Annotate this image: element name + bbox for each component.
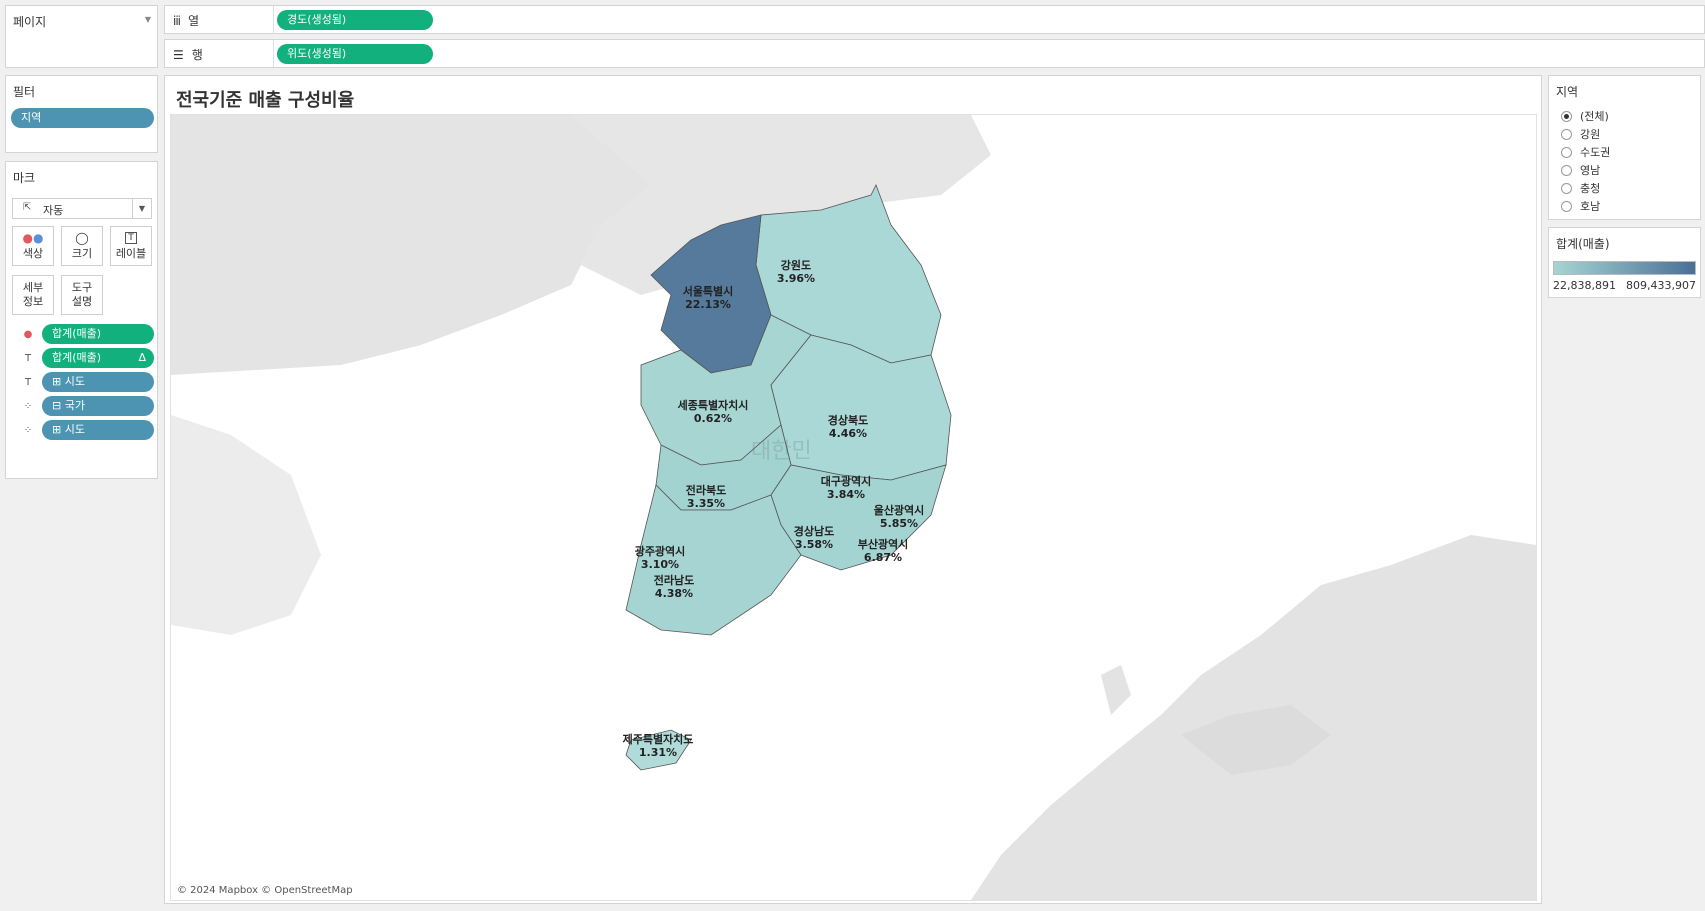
color-icon: ●● bbox=[22, 231, 44, 245]
region-label-gyeongnam: 경상남도 3.58% bbox=[793, 525, 835, 551]
longitude-pill[interactable]: 경도(생성됨) bbox=[277, 10, 433, 30]
map-watermark: 대한민 bbox=[751, 439, 812, 464]
region-label-gangwon: 강원도 3.96% bbox=[776, 259, 816, 285]
detail-icon: ⁘ bbox=[23, 424, 33, 436]
country-detail-pill[interactable]: ⊟ 국가 bbox=[42, 396, 154, 416]
latitude-pill[interactable]: 위도(생성됨) bbox=[277, 44, 433, 64]
radio-button[interactable] bbox=[1561, 200, 1572, 212]
sum-sales-label-text: 합계(매출) bbox=[52, 351, 102, 364]
size-button[interactable]: ◯ 크기 bbox=[61, 226, 103, 266]
mark-type-dropdown[interactable]: ⇱ 자동 ▼ bbox=[12, 198, 152, 219]
sum-sales-color-pill[interactable]: 합계(매출) bbox=[42, 324, 154, 344]
radio-option-gangwon[interactable]: 강원 bbox=[1561, 126, 1600, 142]
radio-button[interactable] bbox=[1561, 110, 1572, 122]
region-label-gwangju: 광주광역시 3.10% bbox=[634, 545, 686, 571]
color-legend-card: 합계(매출) 22,838,891 809,433,907 bbox=[1548, 227, 1701, 298]
sum-sales-label-pill[interactable]: 합계(매출) Δ bbox=[42, 348, 154, 368]
radio-button[interactable] bbox=[1561, 128, 1572, 140]
rows-icon: ☰ bbox=[173, 47, 184, 62]
label-button[interactable]: T 레이블 bbox=[110, 226, 152, 266]
detail-icon: ⁘ bbox=[23, 400, 33, 412]
pages-title: 페이지 bbox=[13, 15, 47, 29]
text-icon: T bbox=[111, 231, 151, 245]
detail-button[interactable]: 세부 정보 bbox=[12, 275, 54, 315]
columns-shelf[interactable]: iii 열 경도(생성됨) bbox=[164, 5, 1705, 34]
color-icon: ● bbox=[23, 328, 33, 340]
marks-title: 마크 bbox=[13, 171, 36, 185]
pages-card[interactable]: 페이지 ▼ bbox=[5, 5, 158, 68]
rows-shelf-label: 행 bbox=[191, 48, 203, 62]
radio-button[interactable] bbox=[1561, 146, 1572, 158]
mark-field-row[interactable]: ⁘ ⊟ 국가 bbox=[20, 396, 154, 416]
sido-detail-pill[interactable]: ⊞ 시도 bbox=[42, 420, 154, 440]
mark-field-row[interactable]: ● 합계(매출) bbox=[20, 324, 154, 344]
region-label-jeonbuk: 전라북도 3.35% bbox=[685, 484, 727, 510]
delta-icon: Δ bbox=[138, 351, 146, 364]
region-label-daegu: 대구광역시 3.84% bbox=[820, 475, 872, 501]
region-label-busan: 부산광역시 6.87% bbox=[857, 538, 909, 564]
color-legend-max: 809,433,907 bbox=[1626, 279, 1696, 292]
region-label-gyeongbuk: 경상북도 4.46% bbox=[827, 414, 869, 440]
tooltip-button-label: 도구 설명 bbox=[71, 281, 93, 308]
island-land bbox=[1101, 665, 1131, 715]
chevron-down-icon[interactable]: ▼ bbox=[145, 15, 151, 24]
radio-option-all[interactable]: (전체) bbox=[1561, 108, 1609, 124]
radio-option-sudogwon[interactable]: 수도권 bbox=[1561, 144, 1610, 160]
label-button-label: 레이블 bbox=[115, 247, 147, 260]
mark-type-label: 자동 bbox=[43, 204, 64, 217]
columns-shelf-label: 열 bbox=[188, 14, 200, 28]
color-legend-ramp bbox=[1553, 261, 1696, 275]
tooltip-button[interactable]: 도구 설명 bbox=[61, 275, 103, 315]
color-legend-title: 합계(매출) bbox=[1556, 237, 1610, 251]
color-button-label: 색상 bbox=[22, 247, 44, 260]
size-button-label: 크기 bbox=[71, 247, 93, 260]
rows-shelf[interactable]: ☰ 행 위도(생성됨) bbox=[164, 39, 1705, 68]
detail-button-label: 세부 정보 bbox=[22, 281, 44, 308]
mark-field-row[interactable]: T 합계(매출) Δ bbox=[20, 348, 154, 368]
color-button[interactable]: ●● 색상 bbox=[12, 226, 54, 266]
text-icon: T bbox=[24, 352, 32, 364]
mark-field-row[interactable]: ⁘ ⊞ 시도 bbox=[20, 420, 154, 440]
marks-card: 마크 ⇱ 자동 ▼ ●● 색상 ◯ 크기 T 레이블 세부 정보 도구 설명 ●… bbox=[5, 161, 158, 479]
region-label-jeju: 제주특별자치도 1.31% bbox=[622, 733, 694, 759]
map-attribution: © 2024 Mapbox © OpenStreetMap bbox=[177, 885, 353, 896]
region-label-jeonnam: 전라남도 4.38% bbox=[653, 574, 695, 600]
radio-option-chungcheong[interactable]: 충청 bbox=[1561, 180, 1600, 196]
chevron-down-icon: ▼ bbox=[132, 199, 151, 218]
radio-option-yeongnam[interactable]: 영남 bbox=[1561, 162, 1600, 178]
map-view[interactable]: 대한민 강원도 3.96% 서울특별시 22.13% 세종특별자치시 0.62% 경상… bbox=[170, 114, 1537, 901]
radio-option-honam[interactable]: 호남 bbox=[1561, 198, 1600, 214]
text-icon: T bbox=[24, 376, 32, 388]
region-filter-card: 지역 (전체) 강원 수도권 영남 충청 호남 bbox=[1548, 75, 1701, 220]
korea-map[interactable] bbox=[171, 115, 1536, 900]
china-land-south bbox=[171, 415, 321, 635]
columns-icon: iii bbox=[173, 13, 181, 28]
mark-field-row[interactable]: T ⊞ 시도 bbox=[20, 372, 154, 392]
shelf-divider bbox=[273, 40, 274, 67]
filters-card[interactable]: 필터 지역 bbox=[5, 75, 158, 153]
shelf-divider bbox=[273, 6, 274, 33]
region-label-seoul: 서울특별시 22.13% bbox=[682, 285, 734, 311]
region-label-sejong: 세종특별자치시 0.62% bbox=[677, 399, 749, 425]
sido-label-pill[interactable]: ⊞ 시도 bbox=[42, 372, 154, 392]
region-filter-title: 지역 bbox=[1556, 85, 1579, 99]
filters-title: 필터 bbox=[13, 85, 36, 99]
radio-button[interactable] bbox=[1561, 164, 1572, 176]
color-legend-min: 22,838,891 bbox=[1553, 279, 1616, 292]
sheet-title: 전국기준 매출 구성비율 bbox=[176, 90, 355, 111]
radio-button[interactable] bbox=[1561, 182, 1572, 194]
region-label-ulsan: 울산광역시 5.85% bbox=[873, 504, 925, 530]
map-mark-icon: ⇱ bbox=[23, 202, 32, 213]
region-filter-pill[interactable]: 지역 bbox=[11, 108, 154, 128]
size-icon: ◯ bbox=[75, 231, 89, 245]
